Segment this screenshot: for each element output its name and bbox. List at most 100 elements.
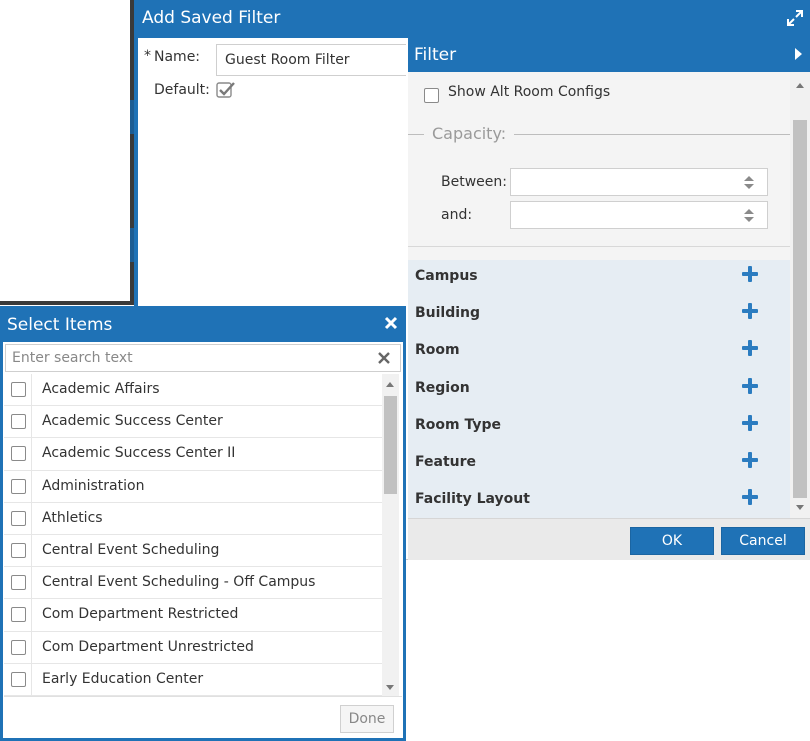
item-label: Administration bbox=[42, 477, 145, 494]
add-icon[interactable] bbox=[742, 452, 758, 468]
criteria-row-region[interactable]: Region bbox=[408, 372, 790, 409]
divider bbox=[408, 246, 790, 247]
scroll-down-icon[interactable] bbox=[386, 685, 394, 690]
item-label: Central Event Scheduling bbox=[42, 541, 220, 558]
item-checkbox[interactable] bbox=[11, 510, 26, 526]
item-checkbox-cell bbox=[4, 374, 32, 406]
scroll-up-icon[interactable] bbox=[796, 83, 804, 88]
list-item[interactable]: Central Event Scheduling bbox=[4, 534, 382, 568]
capacity-min-input[interactable] bbox=[510, 168, 768, 196]
clear-search-icon[interactable] bbox=[378, 352, 390, 364]
item-label: Academic Success Center bbox=[42, 413, 223, 430]
list-scrollbar[interactable] bbox=[382, 374, 399, 696]
item-checkbox-cell bbox=[4, 406, 32, 438]
item-label: Athletics bbox=[42, 509, 103, 526]
list-item[interactable]: Early Education Center bbox=[4, 663, 382, 696]
and-label: and: bbox=[441, 207, 473, 223]
criteria-list: Campus Building Room Region Room Type Fe… bbox=[408, 260, 790, 518]
list-item[interactable]: Central Event Scheduling - Off Campus bbox=[4, 567, 382, 600]
expand-icon[interactable] bbox=[786, 9, 804, 27]
criteria-row-building[interactable]: Building bbox=[408, 297, 790, 334]
capacity-max-input[interactable] bbox=[510, 201, 768, 229]
scroll-thumb[interactable] bbox=[793, 120, 807, 498]
dialog-header: Add Saved Filter bbox=[138, 0, 810, 38]
criteria-row-campus[interactable]: Campus bbox=[408, 260, 790, 297]
item-checkbox[interactable] bbox=[11, 446, 26, 462]
item-checkbox-cell bbox=[4, 663, 32, 695]
list-item[interactable]: Com Department Restricted bbox=[4, 599, 382, 632]
divider bbox=[514, 134, 790, 135]
criteria-label: Region bbox=[415, 380, 470, 396]
criteria-row-room[interactable]: Room bbox=[408, 334, 790, 371]
select-items-title: Select Items bbox=[7, 315, 113, 335]
capacity-legend: Capacity: bbox=[432, 124, 507, 143]
close-icon[interactable] bbox=[384, 316, 398, 330]
list-item[interactable]: Administration bbox=[4, 470, 382, 503]
required-mark: * bbox=[144, 48, 151, 64]
list-item[interactable]: Athletics bbox=[4, 502, 382, 535]
select-items-dialog: Select Items Academic Affairs Academic S… bbox=[0, 306, 406, 741]
item-label: Academic Success Center II bbox=[42, 445, 236, 462]
dialog-footer: OK Cancel bbox=[408, 518, 810, 560]
background-window bbox=[0, 0, 134, 305]
filter-body: Show Alt Room Configs Capacity: Between:… bbox=[408, 72, 790, 518]
divider bbox=[408, 134, 424, 135]
filter-title: Filter bbox=[414, 45, 457, 65]
item-checkbox[interactable] bbox=[11, 382, 26, 397]
ok-button[interactable]: OK bbox=[630, 527, 714, 555]
item-checkbox-cell bbox=[4, 470, 32, 502]
add-icon[interactable] bbox=[742, 415, 758, 431]
collapse-arrow-icon[interactable] bbox=[795, 48, 802, 60]
item-checkbox-cell bbox=[4, 631, 32, 663]
criteria-label: Building bbox=[415, 305, 481, 321]
item-checkbox[interactable] bbox=[11, 414, 26, 430]
add-icon[interactable] bbox=[742, 266, 758, 282]
add-icon[interactable] bbox=[742, 303, 758, 319]
item-label: Academic Affairs bbox=[42, 381, 160, 397]
scroll-down-icon[interactable] bbox=[796, 505, 804, 510]
criteria-label: Campus bbox=[415, 268, 478, 284]
item-label: Central Event Scheduling - Off Campus bbox=[42, 574, 316, 591]
done-button[interactable]: Done bbox=[340, 705, 394, 733]
form-pane: * Name: Default: bbox=[138, 38, 408, 308]
filter-scrollbar[interactable] bbox=[790, 72, 810, 518]
default-label: Default: bbox=[154, 82, 210, 98]
search-input[interactable] bbox=[6, 345, 366, 371]
item-checkbox[interactable] bbox=[11, 671, 26, 687]
criteria-label: Facility Layout bbox=[415, 491, 530, 507]
filter-header[interactable]: Filter bbox=[408, 38, 810, 72]
list-item[interactable]: Academic Affairs bbox=[4, 374, 382, 407]
alt-configs-checkbox[interactable] bbox=[424, 88, 439, 103]
criteria-row-room-type[interactable]: Room Type bbox=[408, 409, 790, 446]
spin-up-icon[interactable] bbox=[744, 176, 754, 181]
item-checkbox[interactable] bbox=[11, 575, 26, 591]
default-checkbox[interactable] bbox=[216, 81, 236, 99]
item-checkbox-cell bbox=[4, 534, 32, 567]
filter-pane: Filter Show Alt Room Configs Capacity: B… bbox=[408, 38, 810, 560]
list-item[interactable]: Academic Success Center II bbox=[4, 438, 382, 471]
list-item[interactable]: Academic Success Center bbox=[4, 406, 382, 439]
spin-down-icon[interactable] bbox=[744, 184, 754, 189]
criteria-label: Room bbox=[415, 342, 460, 358]
item-checkbox[interactable] bbox=[11, 607, 26, 623]
add-icon[interactable] bbox=[742, 340, 758, 356]
item-checkbox-cell bbox=[4, 502, 32, 534]
select-items-header: Select Items bbox=[0, 306, 406, 342]
spin-down-icon[interactable] bbox=[744, 217, 754, 222]
scroll-thumb[interactable] bbox=[384, 396, 397, 494]
item-label: Com Department Unrestricted bbox=[42, 638, 254, 655]
add-icon[interactable] bbox=[742, 489, 758, 505]
item-checkbox[interactable] bbox=[11, 639, 26, 655]
alt-configs-option[interactable]: Show Alt Room Configs bbox=[424, 84, 610, 103]
cancel-button[interactable]: Cancel bbox=[721, 527, 805, 555]
select-items-footer: Done bbox=[4, 696, 402, 738]
spin-up-icon[interactable] bbox=[744, 209, 754, 214]
scroll-up-icon[interactable] bbox=[386, 382, 394, 387]
item-checkbox[interactable] bbox=[11, 542, 26, 558]
list-item[interactable]: Com Department Unrestricted bbox=[4, 631, 382, 664]
criteria-row-feature[interactable]: Feature bbox=[408, 446, 790, 483]
name-field[interactable] bbox=[216, 44, 406, 76]
add-icon[interactable] bbox=[742, 378, 758, 394]
item-checkbox[interactable] bbox=[11, 478, 26, 494]
criteria-row-facility-layout[interactable]: Facility Layout bbox=[408, 483, 790, 518]
